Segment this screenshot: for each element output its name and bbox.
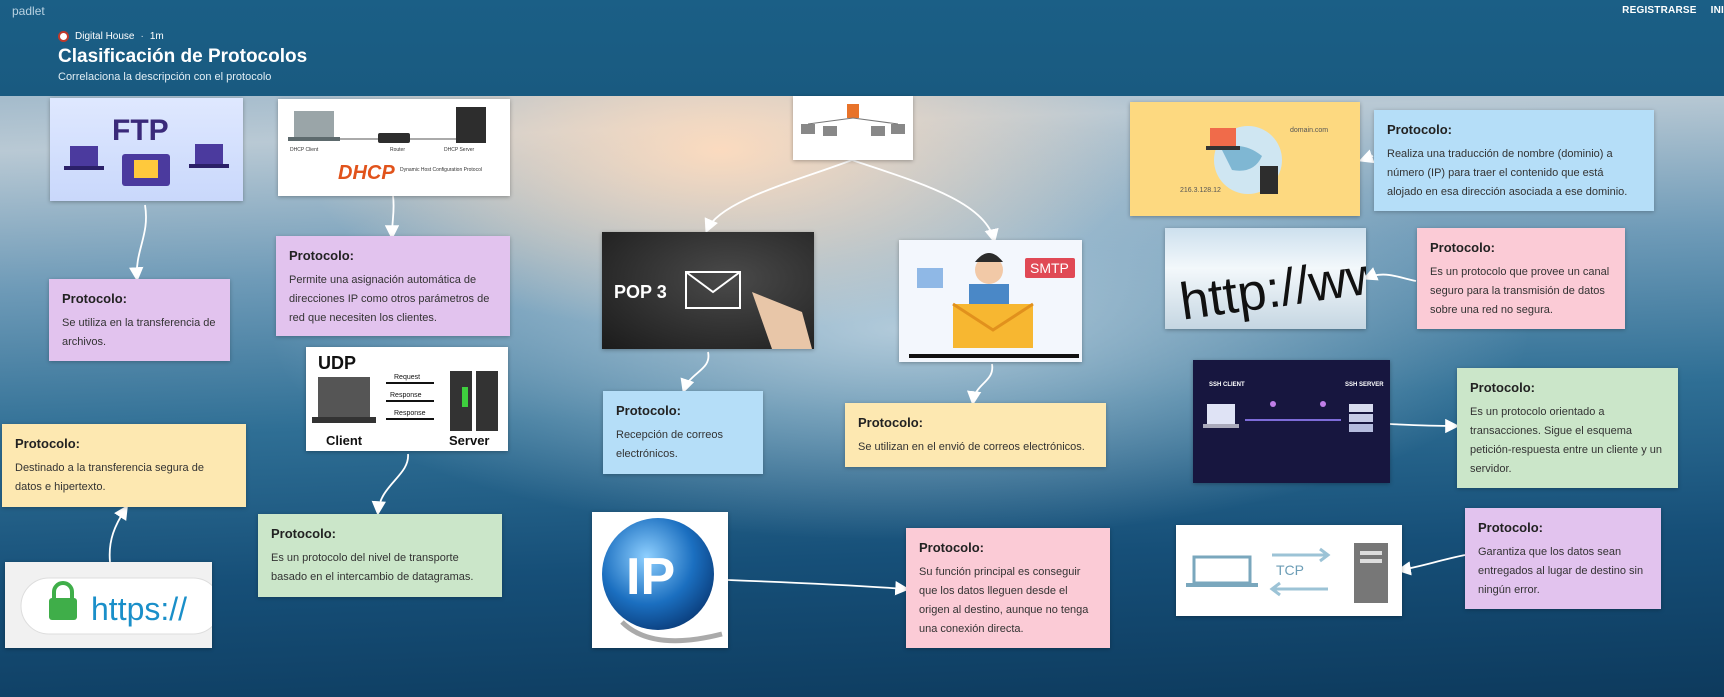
avatar[interactable] xyxy=(58,31,69,42)
svg-text:FTP: FTP xyxy=(112,114,169,147)
post-time: 1m xyxy=(149,31,164,42)
ftp-image[interactable]: FTP xyxy=(50,98,243,201)
card-text: Destinado a la transferencia segura de d… xyxy=(15,462,204,493)
http-image[interactable]: http://ww xyxy=(1165,228,1366,329)
card-text: Garantiza que los datos sean entregados … xyxy=(1478,546,1644,596)
svg-text:POP 3: POP 3 xyxy=(614,282,667,302)
svg-text:SSH SERVER: SSH SERVER xyxy=(1345,382,1384,388)
card-pop3[interactable]: Protocolo: Recepción de correos electrón… xyxy=(603,391,763,474)
https-illustration: https:// xyxy=(20,577,212,635)
card-smtp[interactable]: Protocolo: Se utilizan en el envió de co… xyxy=(845,403,1106,467)
pop3-illustration: POP 3 xyxy=(614,271,812,349)
padlet-logo[interactable]: padlet xyxy=(12,4,45,18)
login-link[interactable]: INI xyxy=(1711,5,1724,16)
card-ip[interactable]: Protocolo: Su función principal es conse… xyxy=(906,528,1110,648)
author-name[interactable]: Digital House xyxy=(75,31,134,42)
svg-text:DHCP Server: DHCP Server xyxy=(444,147,475,153)
dns-image[interactable]: domain.com 216.3.128.12 xyxy=(1130,102,1360,216)
page-subtitle: Correlaciona la descripción con el proto… xyxy=(58,71,272,83)
card-text: Recepción de correos electrónicos. xyxy=(616,429,724,460)
smtp-illustration: SMTP xyxy=(909,253,1079,358)
svg-text:DHCP Client: DHCP Client xyxy=(290,147,319,153)
card-ssh[interactable]: Protocolo: Es un protocolo orientado a t… xyxy=(1457,368,1678,488)
svg-text:https://: https:// xyxy=(91,591,187,627)
card-label: Protocolo: xyxy=(919,540,984,555)
svg-text:UDP: UDP xyxy=(318,353,356,373)
card-ftp[interactable]: Protocolo: Se utiliza en la transferenci… xyxy=(49,279,230,361)
card-dns[interactable]: Protocolo: Realiza una traducción de nom… xyxy=(1374,110,1654,211)
svg-text:Response: Response xyxy=(390,392,422,399)
udp-image[interactable]: UDP Request Response Response Client Ser… xyxy=(306,347,508,451)
udp-illustration: UDP Request Response Response Client Ser… xyxy=(312,353,498,448)
ssh-illustration: SSH CLIENT SSH SERVER xyxy=(1203,382,1384,432)
card-label: Protocolo: xyxy=(858,415,923,430)
card-label: Protocolo: xyxy=(1470,380,1535,395)
email-network-illustration xyxy=(801,104,905,136)
card-label: Protocolo: xyxy=(62,291,127,306)
top-links: REGISTRARSE INI xyxy=(1608,5,1724,16)
https-image[interactable]: https:// xyxy=(5,562,212,648)
svg-text:TCP: TCP xyxy=(1276,562,1304,578)
tcp-illustration: TCP xyxy=(1186,543,1388,603)
dhcp-image[interactable]: DHCP Client Router DHCP Server DHCP Dyna… xyxy=(278,99,510,196)
ip-illustration: IP xyxy=(602,518,723,644)
ip-image[interactable]: IP xyxy=(592,512,728,648)
ftp-illustration: FTP xyxy=(64,114,229,186)
svg-text:http://ww: http://ww xyxy=(1176,246,1366,329)
card-label: Protocolo: xyxy=(1387,122,1452,137)
smtp-image[interactable]: SMTP xyxy=(899,240,1082,362)
card-text: Es un protocolo que provee un canal segu… xyxy=(1430,266,1610,316)
card-label: Protocolo: xyxy=(271,526,336,541)
tcp-image[interactable]: TCP xyxy=(1176,525,1402,616)
register-link[interactable]: REGISTRARSE xyxy=(1622,5,1696,16)
page-title: Clasificación de Protocolos xyxy=(58,46,308,67)
http-illustration: http://ww xyxy=(1176,246,1366,329)
card-dhcp[interactable]: Protocolo: Permite una asignación automá… xyxy=(276,236,510,336)
svg-text:DHCP: DHCP xyxy=(338,162,395,184)
card-label: Protocolo: xyxy=(1430,240,1495,255)
card-text: Realiza una traducción de nombre (domini… xyxy=(1387,148,1628,198)
card-text: Se utiliza en la transferencia de archiv… xyxy=(62,317,216,348)
svg-text:IP: IP xyxy=(626,548,675,606)
svg-text:Request: Request xyxy=(394,374,420,381)
svg-text:Response: Response xyxy=(394,410,426,417)
card-http[interactable]: Protocolo: Es un protocolo que provee un… xyxy=(1417,228,1625,329)
email-network-image[interactable] xyxy=(793,96,913,160)
card-text: Su función principal es conseguir que lo… xyxy=(919,566,1089,635)
card-label: Protocolo: xyxy=(1478,520,1543,535)
card-text: Es un protocolo orientado a transaccione… xyxy=(1470,406,1663,475)
author-line: Digital House · 1m xyxy=(58,31,164,42)
card-label: Protocolo: xyxy=(616,403,681,418)
card-udp[interactable]: Protocolo: Es un protocolo del nivel de … xyxy=(258,514,502,597)
dhcp-illustration: DHCP Client Router DHCP Server DHCP Dyna… xyxy=(288,107,486,184)
card-https[interactable]: Protocolo: Destinado a la transferencia … xyxy=(2,424,246,507)
svg-text:Server: Server xyxy=(449,433,489,448)
card-label: Protocolo: xyxy=(15,436,80,451)
card-label: Protocolo: xyxy=(289,248,354,263)
svg-text:Router: Router xyxy=(390,147,405,153)
card-tcp[interactable]: Protocolo: Garantiza que los datos sean … xyxy=(1465,508,1661,609)
svg-text:SSH CLIENT: SSH CLIENT xyxy=(1209,382,1245,388)
ssh-image[interactable]: SSH CLIENT SSH SERVER xyxy=(1193,360,1390,483)
svg-text:Dynamic Host Configuration Pro: Dynamic Host Configuration Protocol xyxy=(400,167,482,173)
header-bar: padlet REGISTRARSE INI Digital House · 1m… xyxy=(0,0,1724,96)
card-text: Es un protocolo del nivel de transporte … xyxy=(271,552,474,583)
dns-illustration: domain.com 216.3.128.12 xyxy=(1180,126,1328,194)
card-text: Permite una asignación automática de dir… xyxy=(289,274,490,324)
svg-text:216.3.128.12: 216.3.128.12 xyxy=(1180,187,1221,194)
card-text: Se utilizan en el envió de correos elect… xyxy=(858,441,1085,453)
svg-text:Client: Client xyxy=(326,433,363,448)
pop3-image[interactable]: POP 3 xyxy=(602,232,814,349)
svg-text:SMTP: SMTP xyxy=(1030,260,1069,276)
svg-text:domain.com: domain.com xyxy=(1290,127,1328,134)
